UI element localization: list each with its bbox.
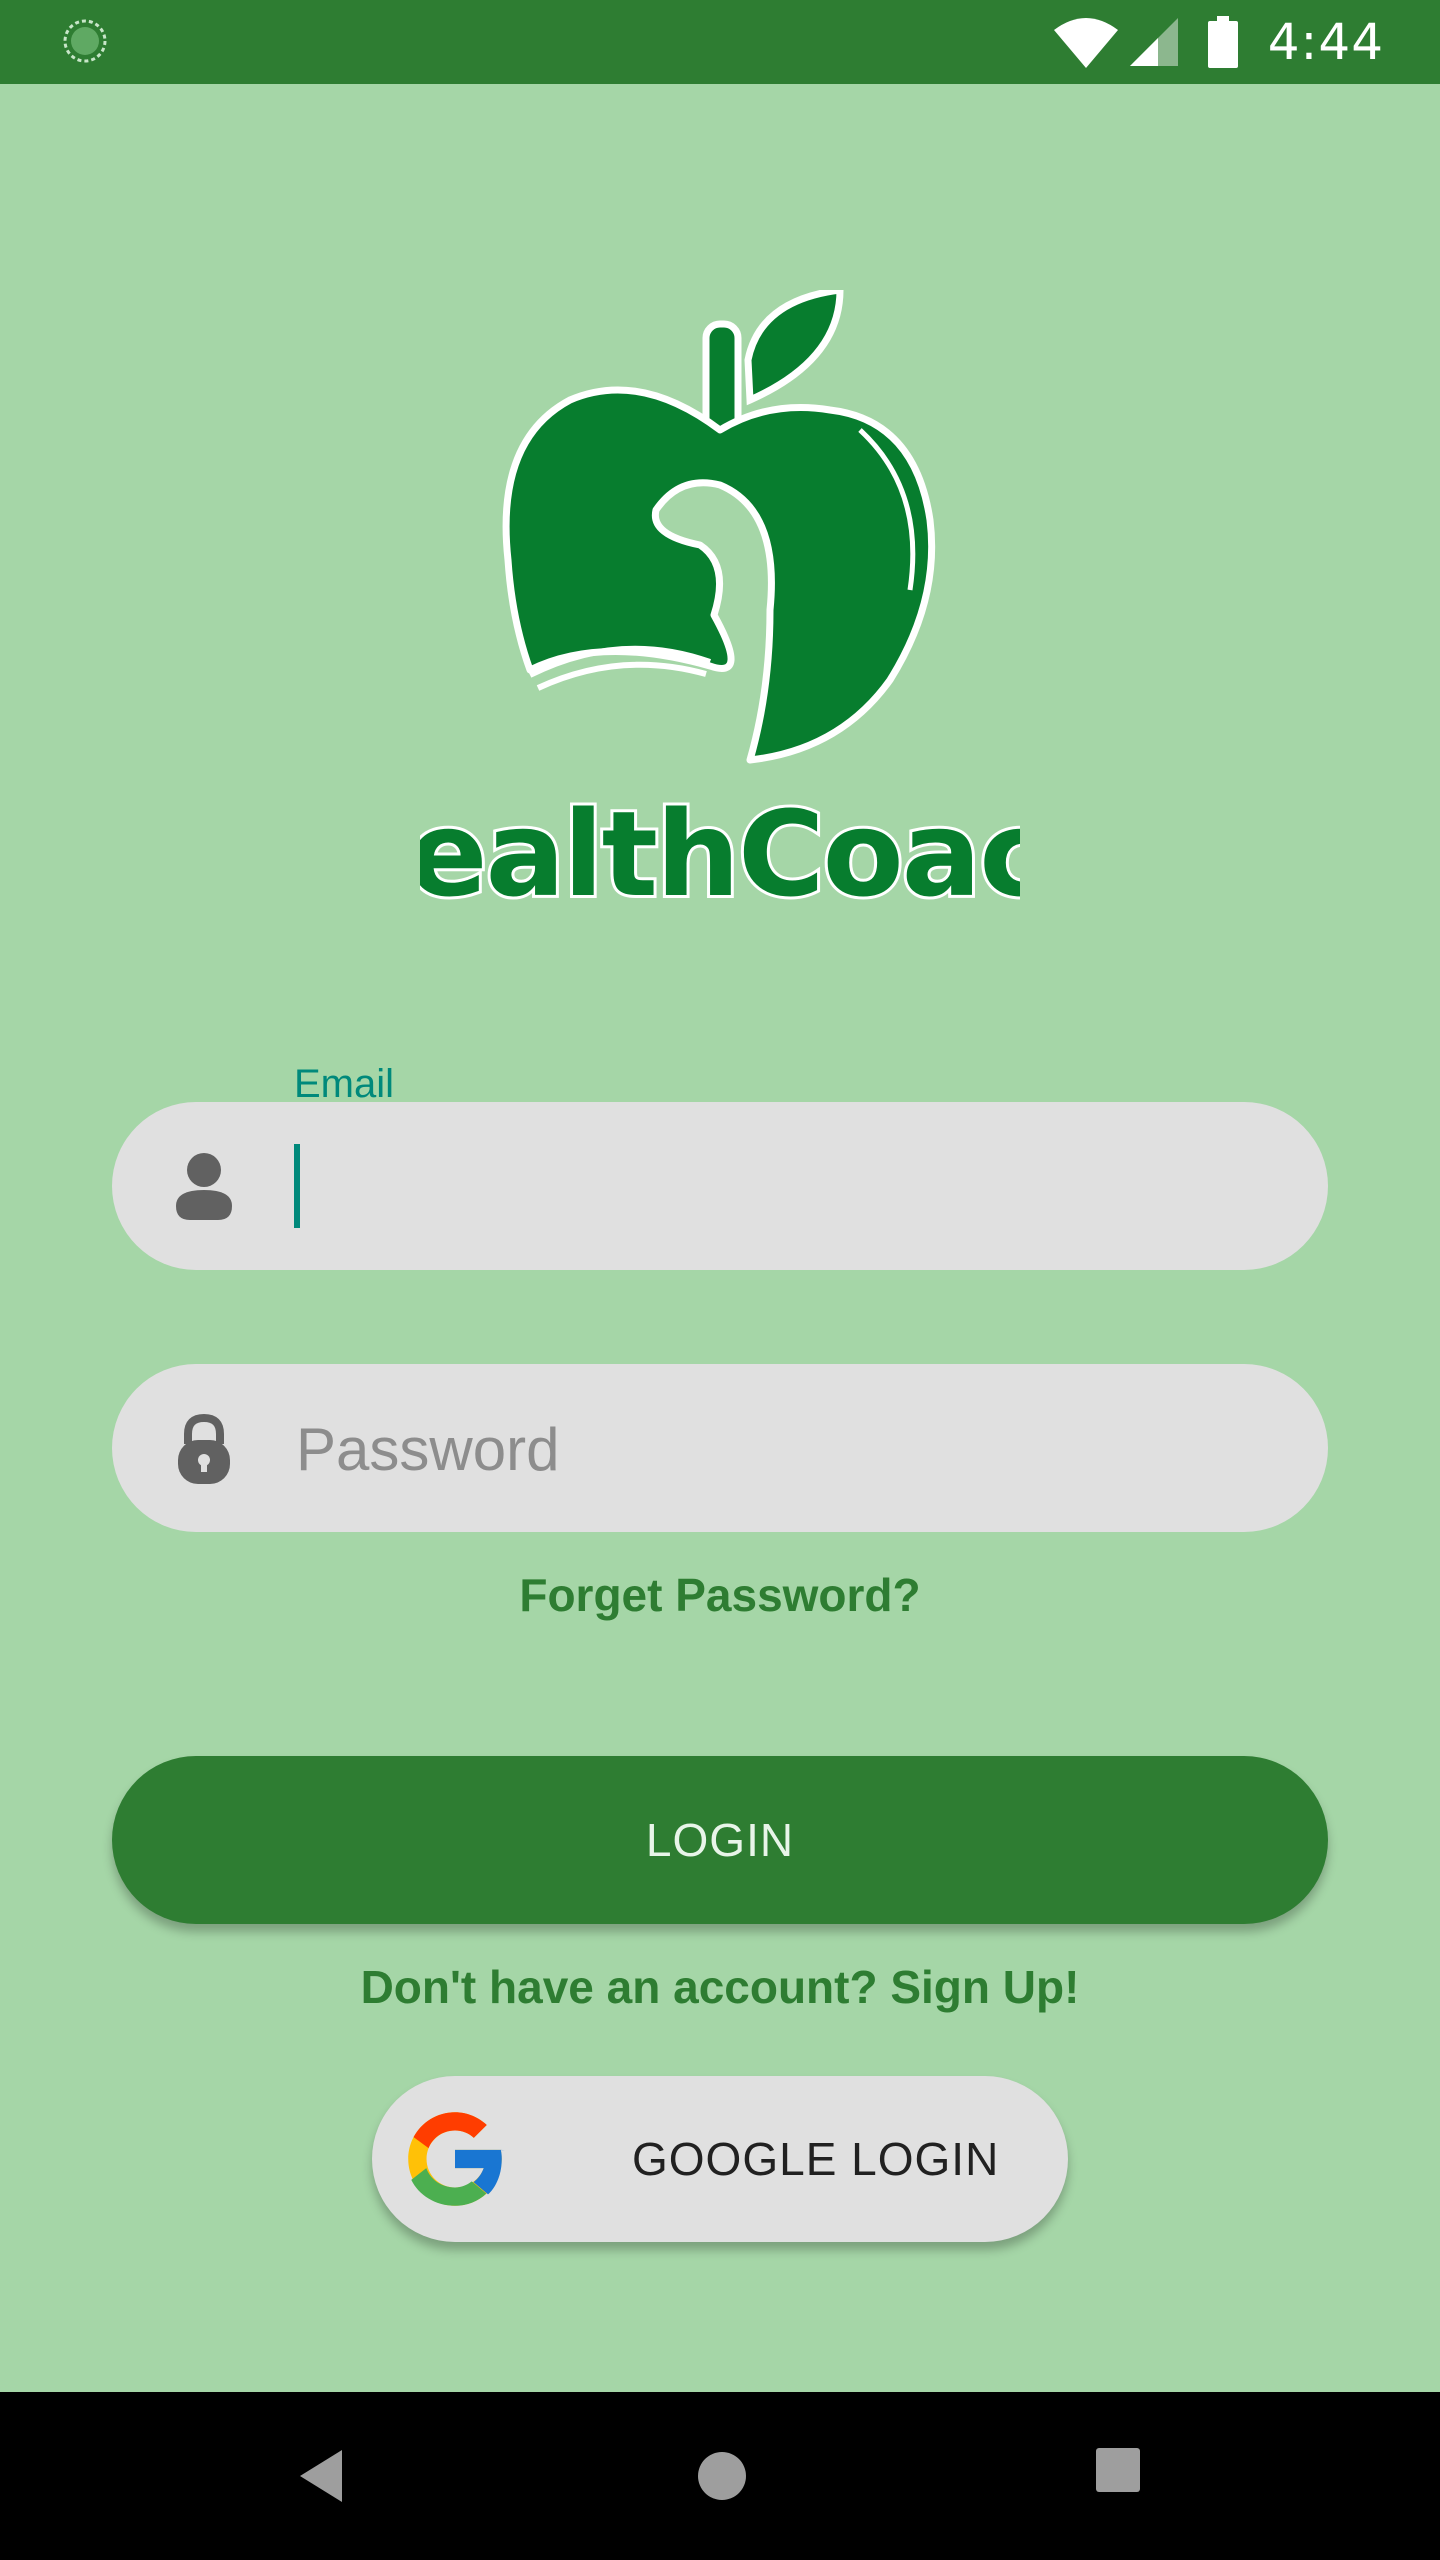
navigation-bar	[0, 2392, 1440, 2560]
person-icon	[176, 1153, 232, 1220]
status-bar: 4:44	[0, 0, 1440, 84]
login-button[interactable]: LOGIN	[112, 1756, 1328, 1924]
healthcoach-logo: HealthCoach	[420, 290, 1020, 926]
clock: 4:44	[1267, 13, 1384, 71]
wifi-icon	[1053, 18, 1118, 68]
email-input[interactable]	[294, 1102, 1258, 1272]
google-login-button[interactable]: GOOGLE LOGIN	[372, 2076, 1068, 2242]
signal-icon	[1129, 18, 1178, 66]
signup-link[interactable]: Don't have an account? Sign Up!	[0, 1960, 1440, 2014]
back-icon[interactable]	[296, 2446, 346, 2506]
app-name-logo-text: HealthCoach	[420, 785, 1020, 923]
status-icons: 4:44	[1052, 0, 1384, 84]
password-field[interactable]	[112, 1364, 1328, 1534]
password-input[interactable]	[294, 1364, 1258, 1534]
apple-logo-icon	[502, 290, 936, 764]
home-icon[interactable]	[694, 2448, 750, 2504]
loading-circle-icon	[63, 19, 107, 63]
lock-icon	[178, 1413, 230, 1484]
battery-icon	[1207, 16, 1238, 68]
email-field[interactable]	[112, 1102, 1328, 1272]
forget-password-link[interactable]: Forget Password?	[0, 1568, 1440, 1622]
google-login-label: GOOGLE LOGIN	[632, 2133, 1000, 2185]
recents-icon[interactable]	[1096, 2448, 1140, 2492]
email-label: Email	[294, 1062, 395, 1106]
google-icon	[408, 2112, 505, 2206]
